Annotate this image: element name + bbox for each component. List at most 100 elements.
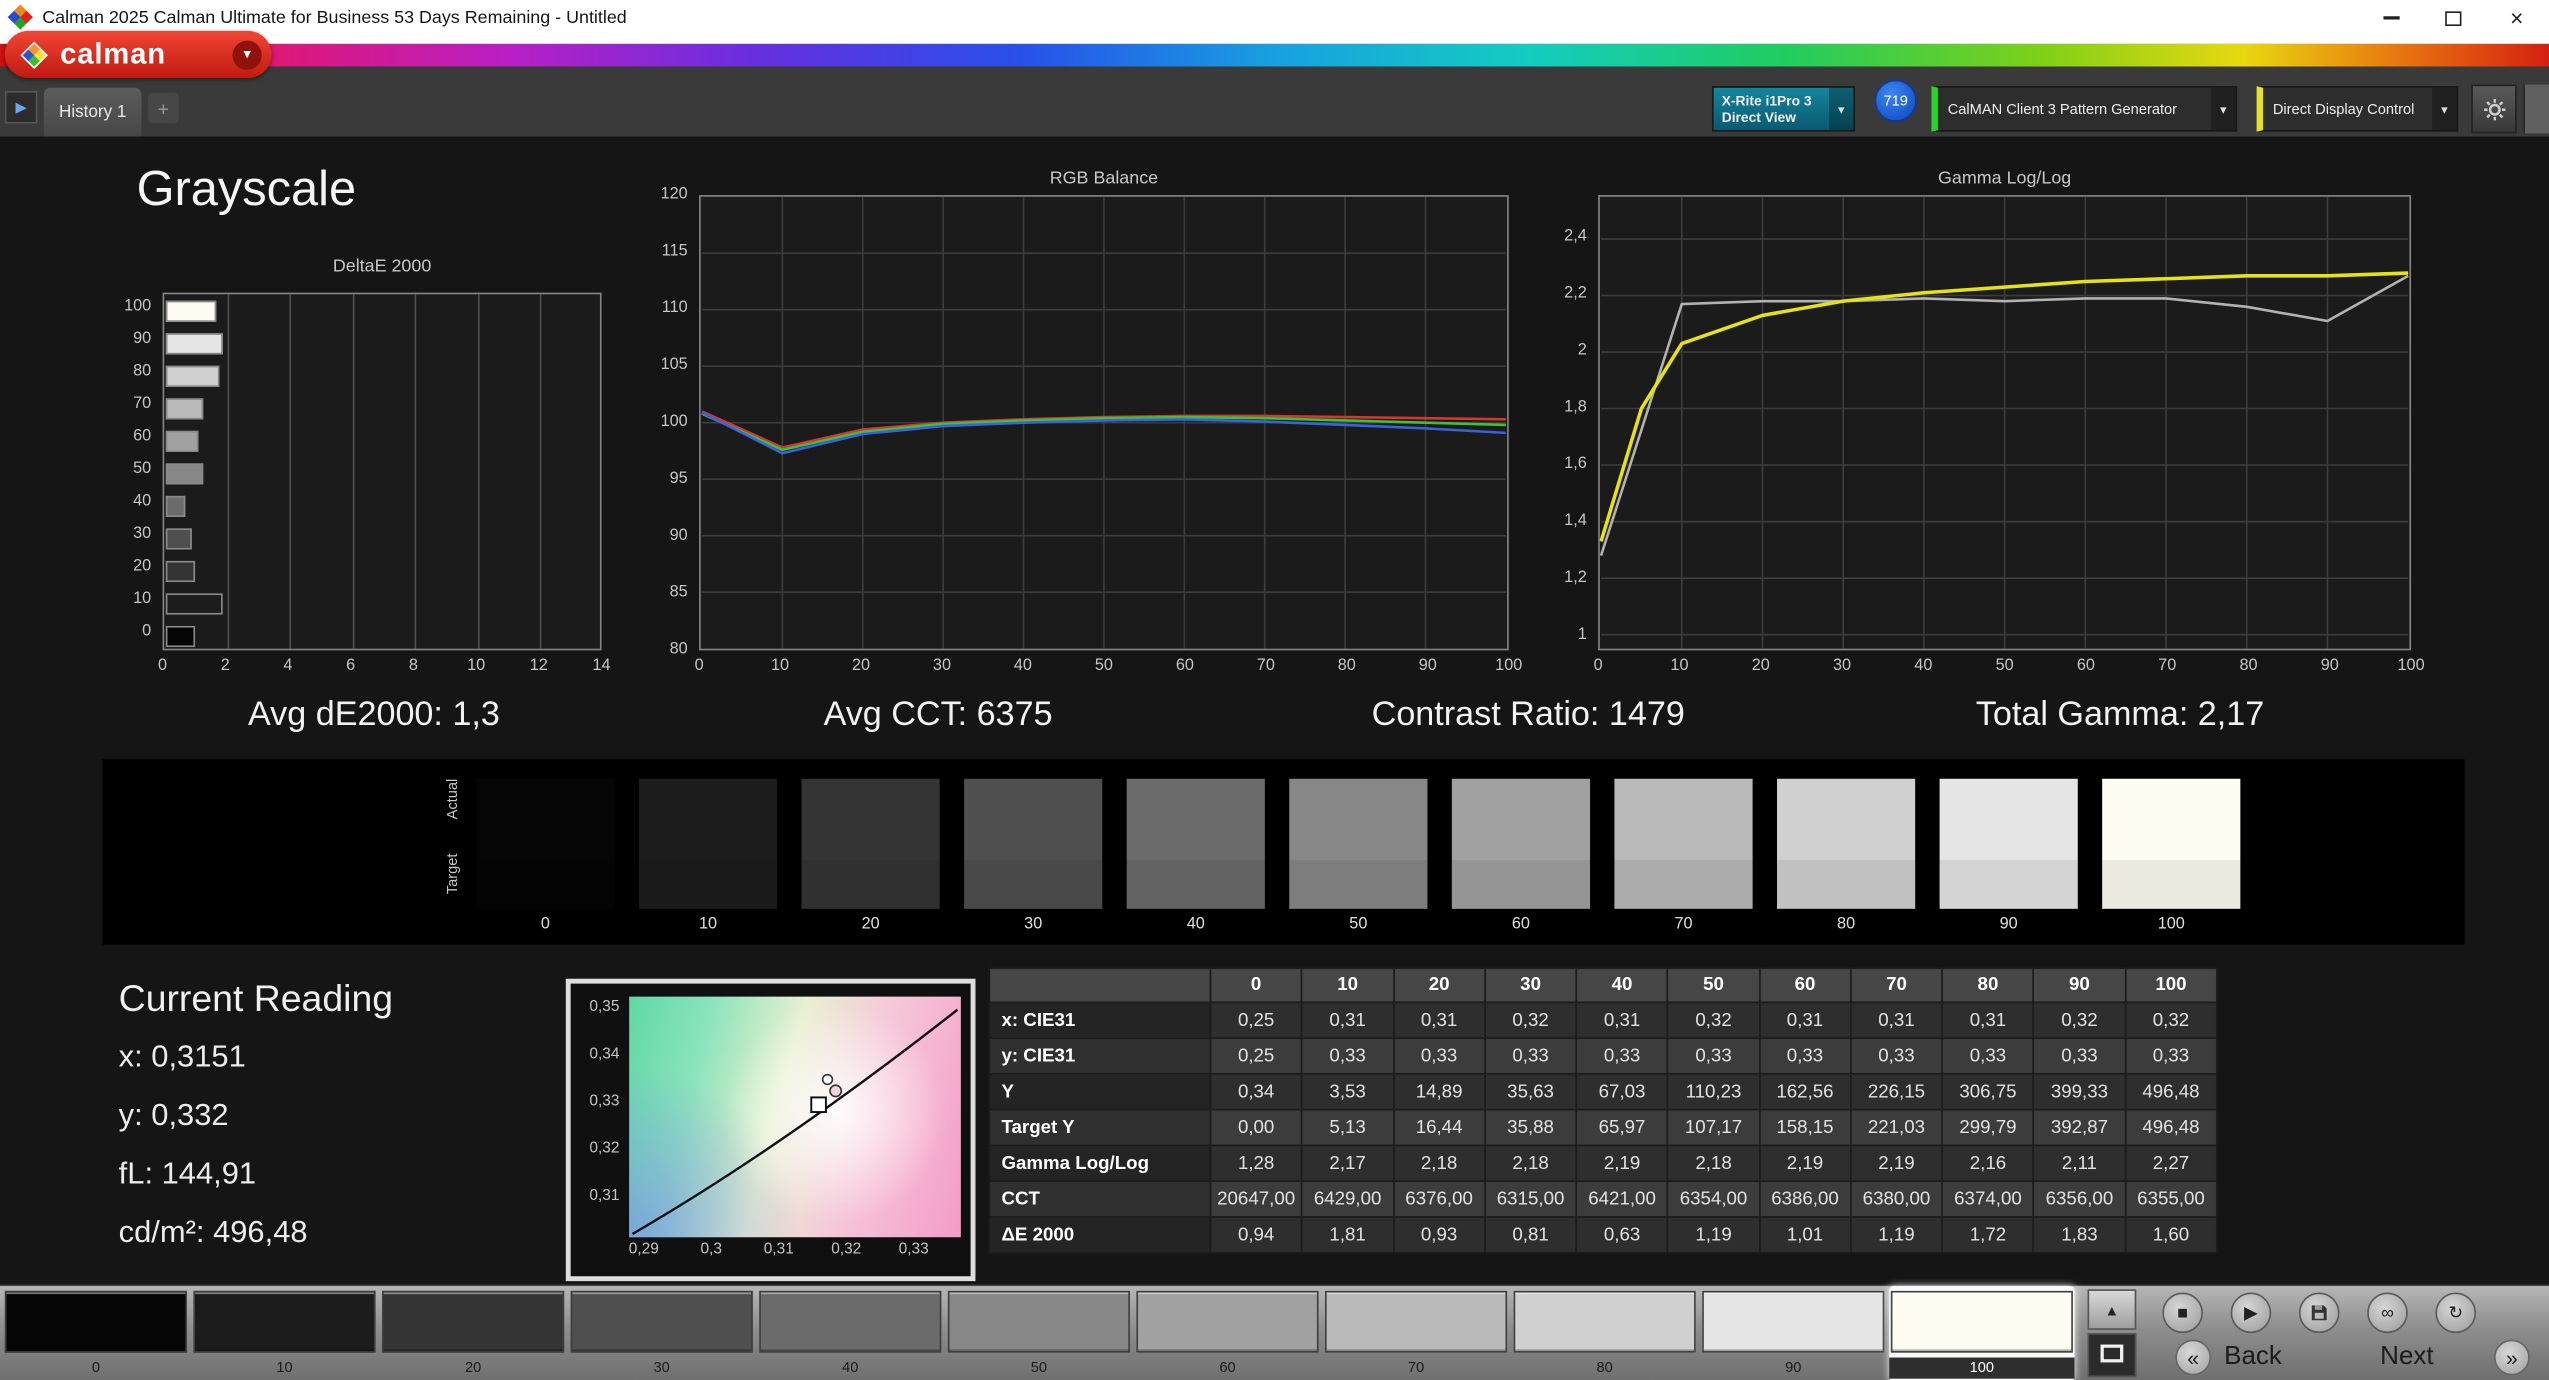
level-button-30[interactable]: 30 — [569, 1286, 754, 1380]
deltae-chart-title: DeltaE 2000 — [332, 256, 432, 277]
level-button-10[interactable]: 10 — [192, 1286, 377, 1380]
rgb-balance-plot — [701, 196, 1506, 649]
layout-button[interactable] — [2523, 84, 2549, 134]
swatch-label: 90 — [1999, 915, 2018, 934]
menu-caret-button[interactable]: ▾ — [232, 39, 262, 70]
axis-tick-label: 0,33 — [898, 1240, 929, 1259]
calman-menu-button[interactable]: calman ▾ — [4, 30, 272, 79]
table-cell: 0,63 — [1575, 1216, 1669, 1254]
deltae-gridline — [477, 294, 480, 649]
caret-glyph: ▾ — [1837, 101, 1845, 117]
level-label: 50 — [1030, 1359, 1048, 1376]
table-cell: 67,03 — [1575, 1073, 1669, 1111]
deltae-bar — [165, 495, 186, 517]
axis-tick-label: 60 — [133, 427, 152, 446]
axis-tick-label: 90 — [2320, 656, 2339, 675]
history-panel-button[interactable]: ▶ — [4, 91, 38, 124]
target-half — [964, 859, 1103, 909]
next-button[interactable]: Next — [2380, 1340, 2494, 1376]
grayscale-swatch — [1614, 778, 1753, 909]
link-button[interactable]: ∞ — [2367, 1292, 2408, 1334]
cie-x-axis: 0,29 0,3 0,31 0,32 0,33 — [571, 1240, 971, 1261]
pattern-generator-label: CalMAN Client 3 Pattern Generator — [1947, 100, 2178, 118]
axis-tick-label: 10 — [133, 590, 152, 609]
meter-reads-badge[interactable]: 719 — [1874, 79, 1917, 122]
play-button[interactable]: ▶ — [2230, 1292, 2272, 1334]
grayscale-swatch — [476, 778, 615, 909]
axis-tick-label: 4 — [283, 656, 293, 675]
meter-dropdown[interactable]: X-Rite i1Pro 3 Direct View ▾ — [1711, 86, 1856, 132]
axis-tick-label: 80 — [133, 362, 152, 381]
table-row: CCT 20647,00 6429,00 6376,00 6315,00 6421,00 6… — [988, 1180, 2218, 1218]
level-button-40[interactable]: 40 — [758, 1286, 943, 1380]
level-label: 40 — [842, 1359, 859, 1376]
axis-tick-label: 110 — [661, 299, 688, 318]
table-cell: 0,32 — [1484, 1001, 1578, 1039]
axis-tick-label: 70 — [1256, 656, 1275, 675]
level-button-0[interactable]: 0 — [3, 1286, 188, 1380]
level-button-90[interactable]: 90 — [1701, 1286, 1886, 1380]
cie-chromaticity-panel: 0,35 0,34 0,33 0,32 0,31 0,29 0,3 0,31 0,32 0,33 — [565, 978, 976, 1282]
maximize-button[interactable] — [2422, 0, 2484, 36]
level-button-60[interactable]: 60 — [1135, 1286, 1320, 1380]
next-chevron-button[interactable]: » — [2493, 1339, 2530, 1376]
level-label: 20 — [464, 1359, 482, 1376]
level-button-20[interactable]: 20 — [380, 1286, 565, 1380]
table-cell: 6355,00 — [2124, 1180, 2218, 1218]
axis-tick-label: 40 — [1013, 656, 1032, 675]
back-button[interactable]: Back — [2224, 1340, 2338, 1376]
caret-glyph: ▾ — [2220, 101, 2227, 117]
cie-diagram — [629, 996, 961, 1238]
gamma-y-axis: 2,4 2,2 2 1,8 1,6 1,4 1,2 1 — [1536, 195, 1591, 650]
stop-button[interactable]: ■ — [2162, 1292, 2203, 1334]
axis-tick-label: 0,32 — [589, 1139, 620, 1158]
tab-history-1[interactable]: History 1 — [43, 87, 142, 137]
pattern-generator-dropdown[interactable]: CalMAN Client 3 Pattern Generator ▾ — [1931, 86, 2238, 132]
table-cell: 6421,00 — [1575, 1180, 1669, 1218]
close-button[interactable]: × — [2484, 0, 2549, 36]
axis-tick-label: 1,2 — [1564, 569, 1587, 588]
table-cell: 0,93 — [1392, 1216, 1486, 1254]
axis-tick-label: 0,3 — [700, 1240, 723, 1259]
back-chevron-button[interactable]: « — [2175, 1339, 2212, 1376]
brand-name: calman — [60, 37, 166, 70]
axis-tick-label: 12 — [529, 656, 548, 675]
table-cell: 0,31 — [1575, 1001, 1669, 1039]
table-cell: 0,32 — [2032, 1001, 2126, 1039]
minimize-button[interactable] — [2361, 0, 2423, 36]
deltae-gridline — [415, 294, 417, 649]
stop-icon: ■ — [2177, 1303, 2189, 1323]
page-title: Grayscale — [136, 162, 357, 217]
scroll-up-button[interactable]: ▲ — [2087, 1289, 2137, 1330]
grayscale-swatch — [1126, 778, 1265, 909]
level-label: 0 — [91, 1359, 100, 1376]
axis-tick-label: 90 — [1418, 656, 1437, 675]
table-cell: 221,03 — [1849, 1108, 1944, 1147]
axis-tick-label: 100 — [1495, 656, 1523, 675]
table-cell: 0,31 — [1392, 1001, 1486, 1039]
display-control-label: Direct Display Control — [2272, 100, 2415, 118]
table-cell: 0,33 — [1575, 1037, 1669, 1075]
deltae-bar — [165, 397, 204, 419]
refresh-button[interactable]: ↻ — [2435, 1292, 2477, 1334]
table-cell: 1,72 — [1941, 1216, 2035, 1254]
save-button[interactable] — [2298, 1292, 2340, 1334]
level-button-80[interactable]: 80 — [1512, 1286, 1697, 1380]
table-cell: 2,18 — [1666, 1144, 1761, 1182]
axis-tick-label: 10 — [771, 656, 790, 675]
settings-button[interactable] — [2471, 84, 2517, 134]
level-button-100[interactable]: 100 — [1889, 1286, 2075, 1380]
window-pattern-button[interactable] — [2087, 1333, 2137, 1378]
level-button-50[interactable]: 50 — [946, 1286, 1131, 1380]
target-half — [2102, 859, 2241, 909]
swatch-label: 0 — [540, 915, 550, 934]
add-tab-button[interactable]: + — [147, 92, 179, 124]
table-cell: 5,13 — [1301, 1108, 1395, 1147]
grayscale-swatch — [964, 778, 1103, 909]
table-cell: 496,48 — [2124, 1073, 2218, 1111]
level-button-70[interactable]: 70 — [1323, 1286, 1508, 1380]
table-cell: 0,33 — [1849, 1037, 1944, 1075]
display-control-dropdown[interactable]: Direct Display Control ▾ — [2256, 86, 2459, 132]
table-header-cell: 60 — [1758, 967, 1852, 1004]
axis-tick-label: 40 — [1914, 656, 1933, 675]
